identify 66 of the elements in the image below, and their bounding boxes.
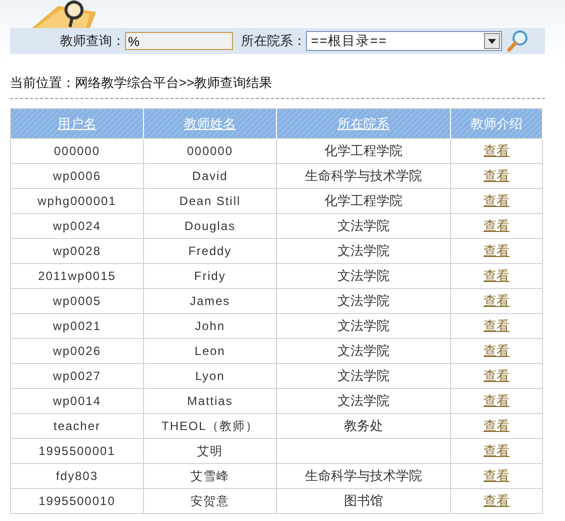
view-link[interactable]: 查看 [484,443,510,458]
view-link[interactable]: 查看 [484,193,510,208]
table-cell: 文法学院 [276,238,450,264]
table-cell: teacher [10,414,144,438]
table-cell: 生命科学与技术学院 [276,164,450,188]
table-cell: fdy803 [10,464,144,488]
table-cell: Leon [144,338,276,364]
table-cell: Lyon [144,364,276,388]
table-cell: 文法学院 [276,264,450,288]
table-cell: wphg000001 [10,188,144,214]
view-link[interactable]: 查看 [484,468,510,483]
table-cell: 文法学院 [276,364,450,388]
table-cell: 艾明 [144,438,276,464]
column-header: 教师介绍 [450,108,542,138]
table-cell: 文法学院 [276,338,450,364]
table-cell: David [144,164,276,188]
table-cell: 化学工程学院 [276,188,450,214]
view-link[interactable]: 查看 [484,293,510,308]
table-cell: Mattias [144,388,276,414]
view-link[interactable]: 查看 [484,268,510,283]
table-cell: wp0027 [10,364,144,388]
table-cell: wp0028 [10,238,144,264]
table-cell: 文法学院 [276,214,450,238]
view-link[interactable]: 查看 [484,393,510,408]
table-cell: 图书馆 [276,488,450,514]
table-cell: 1995500001 [10,438,144,464]
table-cell: Freddy [144,238,276,264]
view-link[interactable]: 查看 [484,143,510,158]
table-cell: 艾雪峰 [144,464,276,488]
view-link[interactable]: 查看 [484,343,510,358]
table-cell: wp0026 [10,338,144,364]
table-cell: THEOL（教师） [144,414,276,438]
table-cell: John [144,314,276,338]
table-cell: wp0021 [10,314,144,338]
table-cell: wp0014 [10,388,144,414]
view-link[interactable]: 查看 [484,368,510,383]
table-cell: 000000 [10,138,144,164]
table-cell: Dean Still [144,188,276,214]
table-cell: 1995500010 [10,488,144,514]
table-cell: wp0005 [10,288,144,314]
search-icon[interactable] [506,29,530,53]
table-cell: 生命科学与技术学院 [276,464,450,488]
table-cell: 安贺意 [144,488,276,514]
table-cell: 000000 [144,138,276,164]
department-select[interactable]: ==根目录== [306,31,502,51]
breadcrumb: 当前位置：网络教学综合平台>>教师查询结果 [10,75,272,90]
view-link[interactable]: 查看 [484,318,510,333]
view-link[interactable]: 查看 [484,493,510,508]
teacher-search-field[interactable]: % [125,32,233,50]
view-link[interactable]: 查看 [484,418,510,433]
table-cell: wp0006 [10,164,144,188]
table-cell: 文法学院 [276,288,450,314]
table-cell: wp0024 [10,214,144,238]
view-link[interactable]: 查看 [484,218,510,233]
department-label: 所在院系： [241,32,306,50]
table-cell: 2011wp0015 [10,264,144,288]
search-label: 教师查询： [60,32,125,50]
table-cell: James [144,288,276,314]
view-link[interactable]: 查看 [484,168,510,183]
table-cell: 化学工程学院 [276,138,450,164]
table-cell: 教务处 [276,414,450,438]
table-cell: 文法学院 [276,314,450,338]
view-link[interactable]: 查看 [484,243,510,258]
table-cell: 文法学院 [276,388,450,414]
table-cell: Fridy [144,264,276,288]
table-cell: Douglas [144,214,276,238]
